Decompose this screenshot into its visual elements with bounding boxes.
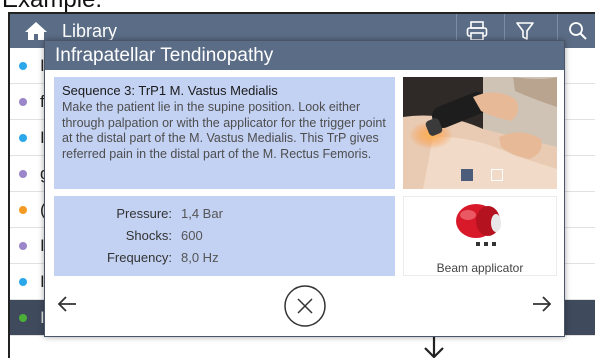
shocks-value: 600 (181, 228, 203, 243)
treatment-photo[interactable] (403, 77, 557, 189)
image-page-indicator-active[interactable] (461, 169, 473, 181)
arrow-right-icon[interactable] (532, 295, 552, 313)
category-dot (19, 98, 27, 106)
frequency-label: Frequency: (106, 250, 172, 265)
close-icon[interactable] (283, 284, 327, 328)
category-dot (19, 62, 27, 70)
sequence-description: Make the patient lie in the supine posit… (62, 100, 386, 161)
home-icon[interactable] (24, 21, 48, 41)
category-dot (19, 314, 27, 322)
search-icon (568, 22, 587, 40)
parameters-panel: Pressure: 1,4 Bar Shocks: 600 Frequency:… (54, 196, 395, 276)
scroll-down-icon[interactable] (422, 334, 446, 358)
image-page-indicator[interactable] (491, 169, 503, 181)
filter-icon (515, 22, 534, 40)
category-dot (19, 170, 27, 178)
arrow-left-icon[interactable] (57, 295, 77, 313)
dialog-header: Infrapatellar Tendinopathy (45, 41, 564, 70)
sequence-heading: Sequence 3: TrP1 M. Vastus Medialis (62, 83, 278, 98)
screen: Example: Library (0, 0, 595, 358)
beam-applicator-icon (456, 204, 501, 246)
pressure-label: Pressure: (116, 206, 172, 221)
sequence-description-panel: Sequence 3: TrP1 M. Vastus Medialis Make… (54, 77, 395, 189)
category-dot (19, 206, 27, 214)
library-title: Library (62, 21, 118, 41)
category-dot (19, 278, 27, 286)
shocks-label: Shocks: (125, 228, 172, 243)
applicator-panel: Beam applicator (403, 196, 557, 276)
frequency-value: 8,0 Hz (181, 250, 219, 265)
category-dot (19, 242, 27, 250)
category-dot (19, 134, 27, 142)
dialog-title: Infrapatellar Tendinopathy (55, 45, 274, 66)
sequence-dialog: Infrapatellar Tendinopathy Sequence 3: T… (44, 40, 565, 337)
treatment-photo-image (403, 77, 557, 189)
applicator-label: Beam applicator (436, 261, 524, 275)
print-icon (466, 21, 487, 41)
pressure-value: 1,4 Bar (181, 206, 223, 221)
